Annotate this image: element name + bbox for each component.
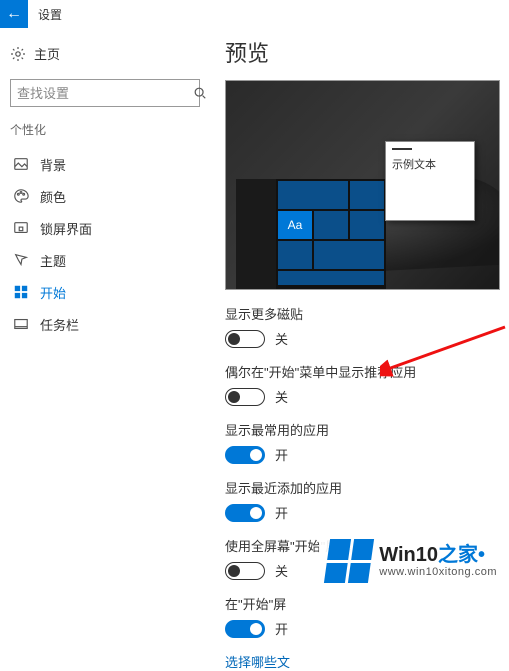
sidebar-item-label: 任务栏 xyxy=(40,315,79,334)
sidebar-item-start[interactable]: 开始 xyxy=(10,276,205,308)
sidebar-item-label: 背景 xyxy=(40,155,66,174)
preview-sample-window: 示例文本 xyxy=(385,141,475,221)
sidebar-item-label: 开始 xyxy=(40,283,66,302)
toggle-most-used[interactable] xyxy=(225,446,265,464)
sidebar-item-themes[interactable]: 主题 xyxy=(10,244,205,276)
lock-screen-icon xyxy=(12,219,30,237)
sidebar-item-lockscreen[interactable]: 锁屏界面 xyxy=(10,212,205,244)
sidebar-item-label: 颜色 xyxy=(40,187,66,206)
setting-most-used: 显示最常用的应用 开 xyxy=(225,420,501,464)
sidebar-section-label: 个性化 xyxy=(10,121,205,138)
theme-icon xyxy=(12,251,30,269)
toggle-state: 关 xyxy=(275,387,288,406)
setting-label: 在"开始"屏 xyxy=(225,594,501,613)
window-title: 设置 xyxy=(38,6,62,23)
sidebar-nav: 背景 颜色 锁屏界面 主题 xyxy=(10,148,205,340)
sidebar-item-label: 锁屏界面 xyxy=(40,219,92,238)
back-button[interactable]: ← xyxy=(0,0,28,28)
toggle-state: 关 xyxy=(275,329,288,348)
setting-label: 显示最近添加的应用 xyxy=(225,478,501,497)
search-box[interactable] xyxy=(10,79,200,107)
toggle-state: 开 xyxy=(275,619,288,638)
toggle-state: 开 xyxy=(275,503,288,522)
titlebar: ← 设置 xyxy=(0,0,509,28)
sidebar-item-background[interactable]: 背景 xyxy=(10,148,205,180)
toggle-state: 关 xyxy=(275,561,288,580)
sample-text: 示例文本 xyxy=(392,156,468,172)
sidebar-item-colors[interactable]: 颜色 xyxy=(10,180,205,212)
image-icon xyxy=(12,155,30,173)
choose-folders-link[interactable]: 选择哪些文 xyxy=(225,652,501,671)
watermark-url: www.win10xitong.com xyxy=(379,566,497,578)
page-title: 预览 xyxy=(225,36,501,68)
setting-recently-added: 显示最近添加的应用 开 xyxy=(225,478,501,522)
aa-tile: Aa xyxy=(278,211,312,239)
preview-start-menu: Aa xyxy=(236,179,386,289)
taskbar-icon xyxy=(12,315,30,333)
palette-icon xyxy=(12,187,30,205)
toggle-state: 开 xyxy=(275,445,288,464)
toggle-fullscreen-start[interactable] xyxy=(225,562,265,580)
toggle-recently-added[interactable] xyxy=(225,504,265,522)
sidebar-home[interactable]: 主页 xyxy=(10,38,205,69)
watermark: Win10之家• www.win10xitong.com xyxy=(319,533,505,589)
sidebar-home-label: 主页 xyxy=(34,44,60,63)
start-icon xyxy=(12,283,30,301)
toggle-more-tiles[interactable] xyxy=(225,330,265,348)
gear-icon xyxy=(10,46,26,62)
setting-label: 显示最常用的应用 xyxy=(225,420,501,439)
toggle-suggestions[interactable] xyxy=(225,388,265,406)
setting-suggestions: 偶尔在"开始"菜单中显示推荐应用 关 xyxy=(225,362,501,406)
setting-label: 偶尔在"开始"菜单中显示推荐应用 xyxy=(225,362,501,381)
back-arrow-icon: ← xyxy=(6,5,22,23)
search-input[interactable] xyxy=(17,86,193,101)
toggle-start-truncated[interactable] xyxy=(225,620,265,638)
watermark-title: Win10之家• xyxy=(379,544,497,566)
setting-start-truncated: 在"开始"屏 开 xyxy=(225,594,501,638)
start-preview: Aa 示例文本 xyxy=(225,80,500,290)
sidebar-item-label: 主题 xyxy=(40,251,66,270)
setting-more-tiles: 显示更多磁贴 关 xyxy=(225,304,501,348)
setting-label: 显示更多磁贴 xyxy=(225,304,501,323)
sidebar-item-taskbar[interactable]: 任务栏 xyxy=(10,308,205,340)
settings-list: 显示更多磁贴 关 偶尔在"开始"菜单中显示推荐应用 关 显示最常用的应用 开 xyxy=(225,304,501,671)
windows-logo-icon xyxy=(324,539,374,583)
sidebar: 主页 个性化 背景 颜色 xyxy=(0,28,205,671)
